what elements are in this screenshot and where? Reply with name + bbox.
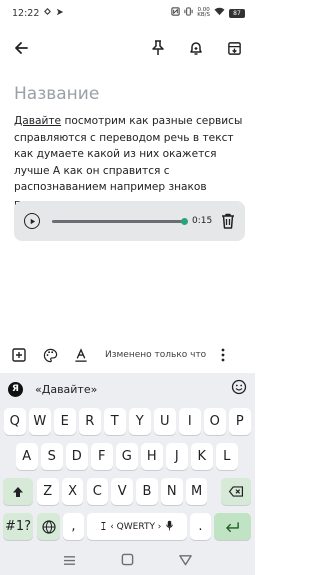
key-r[interactable]: R — [79, 408, 101, 435]
key-h[interactable]: H — [141, 443, 163, 470]
back-arrow-icon[interactable] — [10, 37, 32, 59]
key-k[interactable]: K — [191, 443, 213, 470]
text-format-icon[interactable] — [72, 346, 90, 364]
send-icon — [56, 8, 64, 19]
key-e[interactable]: E — [54, 408, 76, 435]
emoji-icon[interactable] — [231, 379, 247, 399]
backspace-key[interactable] — [221, 478, 251, 505]
audio-player: 0:15 — [14, 201, 245, 241]
status-bar: 12:22 0.00 KB/S 87 — [0, 0, 255, 26]
note-body-text[interactable]: Давайте посмотрим как разные сервисы спр… — [14, 113, 246, 212]
key-z[interactable]: Z — [37, 478, 59, 505]
network-speed: 0.00 KB/S — [197, 7, 210, 18]
key-x[interactable]: X — [61, 478, 84, 505]
note-body-rest: посмотрим как разные сервисы справляются… — [14, 115, 243, 210]
play-icon[interactable] — [24, 213, 40, 229]
key-d[interactable]: D — [66, 443, 88, 470]
app-bar — [0, 30, 255, 66]
archive-icon[interactable] — [223, 37, 245, 59]
notification-icon — [43, 7, 52, 19]
word-suggestion[interactable]: «Давайте» — [35, 383, 97, 396]
key-l[interactable]: L — [216, 443, 238, 470]
key-f[interactable]: F — [91, 443, 113, 470]
key-b[interactable]: B — [136, 478, 158, 505]
key-y[interactable]: Y — [129, 408, 151, 435]
more-vert-icon[interactable] — [214, 346, 232, 364]
enter-key[interactable] — [214, 513, 251, 540]
key-g[interactable]: G — [116, 443, 138, 470]
suggestion-bar: Я «Давайте» — [0, 376, 255, 402]
key-v[interactable]: V — [111, 478, 133, 505]
key-t[interactable]: T — [104, 408, 126, 435]
key-j[interactable]: J — [166, 443, 188, 470]
comma-key[interactable]: , — [63, 513, 84, 540]
key-n[interactable]: N — [161, 478, 183, 505]
cursor-move-icon: ꕯ — [100, 519, 107, 533]
audio-progress-track[interactable] — [52, 217, 188, 225]
add-box-icon[interactable] — [10, 346, 28, 364]
space-key[interactable]: ꕯ ‹ QWERTY › — [87, 513, 187, 540]
key-q[interactable]: Q — [4, 408, 26, 435]
key-w[interactable]: W — [29, 408, 51, 435]
mic-icon — [166, 520, 174, 534]
enter-icon — [226, 521, 239, 532]
key-u[interactable]: U — [154, 408, 176, 435]
underlined-word: Давайте — [14, 115, 62, 127]
status-time: 12:22 — [12, 7, 40, 19]
space-layout-label: ‹ QWERTY › — [110, 521, 162, 532]
note-title-input[interactable]: Название — [14, 84, 99, 104]
audio-duration: 0:15 — [192, 216, 213, 226]
nfc-icon — [171, 7, 180, 19]
menu-nav-icon[interactable] — [63, 551, 76, 570]
speed-unit: KB/S — [197, 12, 210, 18]
pin-icon[interactable] — [147, 37, 169, 59]
key-o[interactable]: O — [204, 408, 226, 435]
battery-icon: 87 — [229, 8, 245, 18]
period-key[interactable]: . — [190, 513, 211, 540]
home-nav-icon[interactable] — [121, 551, 134, 570]
reminder-bell-icon[interactable] — [185, 37, 207, 59]
note-toolbar: Изменено только что — [0, 341, 255, 369]
vibrate-icon — [184, 7, 193, 19]
system-nav-bar — [0, 545, 255, 575]
shift-icon — [13, 486, 23, 497]
globe-icon — [41, 519, 56, 534]
key-m[interactable]: M — [185, 478, 208, 505]
language-key[interactable] — [37, 513, 60, 540]
shift-key[interactable] — [3, 478, 33, 505]
yandex-logo-icon[interactable]: Я — [8, 381, 23, 397]
key-p[interactable]: P — [229, 408, 251, 435]
symbols-key[interactable]: #1? — [3, 513, 33, 540]
backspace-icon — [228, 486, 244, 497]
delete-audio-trash-icon[interactable] — [221, 213, 235, 229]
audio-progress-handle[interactable] — [181, 217, 188, 225]
key-i[interactable]: I — [179, 408, 201, 435]
key-s[interactable]: S — [41, 443, 63, 470]
key-a[interactable]: A — [16, 443, 38, 470]
back-nav-icon[interactable] — [179, 551, 193, 570]
key-c[interactable]: C — [86, 478, 109, 505]
wifi-icon — [214, 7, 225, 19]
edited-status: Изменено только что — [105, 350, 207, 360]
palette-icon[interactable] — [41, 346, 59, 364]
